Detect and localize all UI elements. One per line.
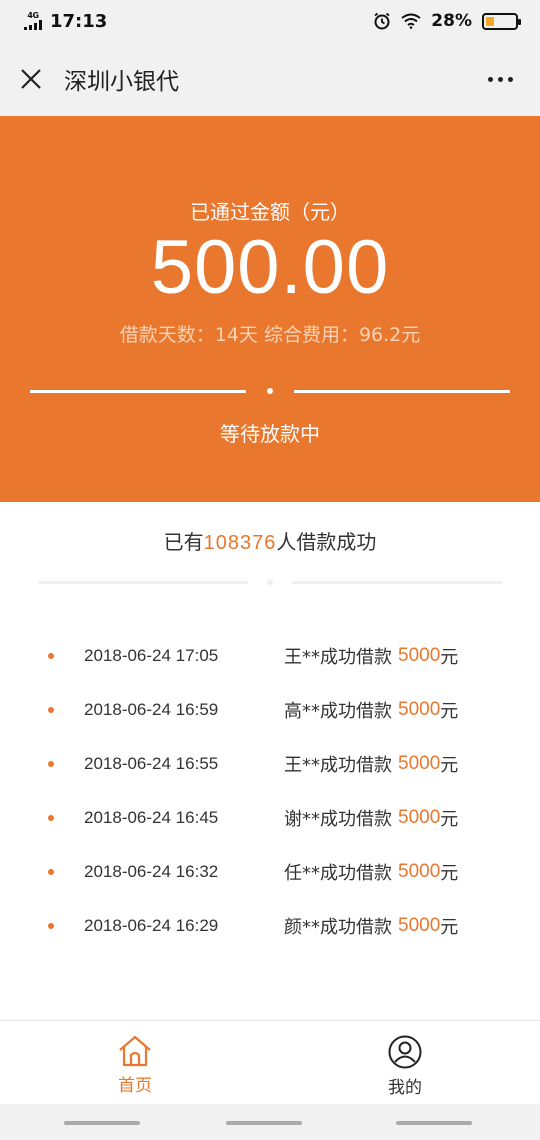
stats-suffix: 人借款成功: [276, 530, 377, 554]
list-item: 2018-06-24 16:32 任**成功借款 5000 元: [0, 845, 540, 899]
list-item: 2018-06-24 16:59 高**成功借款 5000 元: [0, 683, 540, 737]
loan-records-list: 2018-06-24 17:05 王**成功借款 5000 元 2018-06-…: [0, 629, 540, 953]
status-bar: 4G 17:13 28%: [0, 0, 540, 42]
approved-amount: 500.00: [150, 225, 390, 310]
battery-percent: 28%: [431, 11, 472, 31]
approval-panel: 已通过金额（元） 500.00 借款天数：14天 综合费用：96.2元 等待放款…: [0, 116, 540, 502]
list-item: 2018-06-24 16:29 颜**成功借款 5000 元: [0, 899, 540, 953]
tab-home[interactable]: 首页: [0, 1021, 270, 1104]
page-title: 深圳小银代: [64, 69, 179, 95]
record-amount: 5000: [398, 807, 441, 828]
record-date: 2018-06-24 16:29: [84, 916, 219, 935]
bottom-nav: 首页 我的: [0, 1020, 540, 1104]
record-unit: 元: [440, 755, 459, 776]
record-desc: 任**成功借款: [284, 863, 392, 884]
stats-count: 108376: [203, 532, 277, 554]
alarm-icon: [374, 12, 390, 30]
loan-terms: 借款天数：14天 综合费用：96.2元: [119, 324, 421, 346]
status-left: 4G 17:13: [24, 11, 107, 32]
record-amount: 5000: [398, 753, 441, 774]
record-unit: 元: [440, 809, 459, 830]
record-unit: 元: [440, 917, 459, 938]
record-desc: 王**成功借款: [284, 647, 392, 668]
system-menu-button[interactable]: [64, 1121, 140, 1125]
battery-fill: [486, 16, 494, 26]
system-home-button[interactable]: [226, 1121, 302, 1125]
bullet-icon: [48, 707, 54, 713]
record-date: 2018-06-24 16:59: [84, 700, 219, 719]
more-icon[interactable]: [480, 59, 520, 99]
record-desc: 高**成功借款: [284, 701, 392, 722]
record-amount: 5000: [398, 915, 441, 936]
signal-bars-icon: [24, 20, 42, 30]
hero-divider: [30, 388, 510, 394]
wifi-icon: [401, 13, 421, 29]
record-amount: 5000: [398, 861, 441, 882]
record-date: 2018-06-24 17:05: [84, 646, 219, 665]
user-icon: [388, 1035, 422, 1069]
record-amount: 5000: [398, 645, 441, 666]
list-item: 2018-06-24 17:05 王**成功借款 5000 元: [0, 629, 540, 683]
list-item: 2018-06-24 16:45 谢**成功借款 5000 元: [0, 791, 540, 845]
signal-icon: 4G: [24, 12, 42, 30]
record-date: 2018-06-24 16:55: [84, 754, 219, 773]
bullet-icon: [48, 761, 54, 767]
network-type: 4G: [27, 11, 39, 20]
status-time: 17:13: [50, 10, 108, 32]
tab-home-label: 首页: [118, 1076, 152, 1096]
home-icon: [119, 1035, 151, 1067]
record-unit: 元: [440, 647, 459, 668]
title-bar: 深圳小银代: [0, 42, 540, 116]
system-nav-bar: [0, 1104, 540, 1140]
tab-mine-label: 我的: [388, 1078, 422, 1098]
record-unit: 元: [440, 863, 459, 884]
record-date: 2018-06-24 16:45: [84, 808, 219, 827]
close-icon[interactable]: [20, 68, 42, 90]
tab-mine[interactable]: 我的: [270, 1021, 540, 1104]
record-desc: 王**成功借款: [284, 755, 392, 776]
system-back-button[interactable]: [396, 1121, 472, 1125]
bullet-icon: [48, 653, 54, 659]
record-date: 2018-06-24 16:32: [84, 862, 219, 881]
stats-divider: [38, 579, 502, 585]
record-unit: 元: [440, 701, 459, 722]
record-desc: 颜**成功借款: [284, 917, 392, 938]
bullet-icon: [48, 869, 54, 875]
approved-amount-label: 已通过金额（元）: [190, 200, 350, 224]
list-item: 2018-06-24 16:55 王**成功借款 5000 元: [0, 737, 540, 791]
bullet-icon: [48, 815, 54, 821]
status-right: 28%: [373, 11, 521, 31]
stats-prefix: 已有: [163, 530, 204, 554]
success-stats: 已有108376人借款成功: [0, 502, 540, 558]
loan-status: 等待放款中: [220, 422, 320, 446]
battery-icon: [482, 12, 521, 30]
record-amount: 5000: [398, 699, 441, 720]
record-desc: 谢**成功借款: [284, 809, 392, 830]
bullet-icon: [48, 923, 54, 929]
